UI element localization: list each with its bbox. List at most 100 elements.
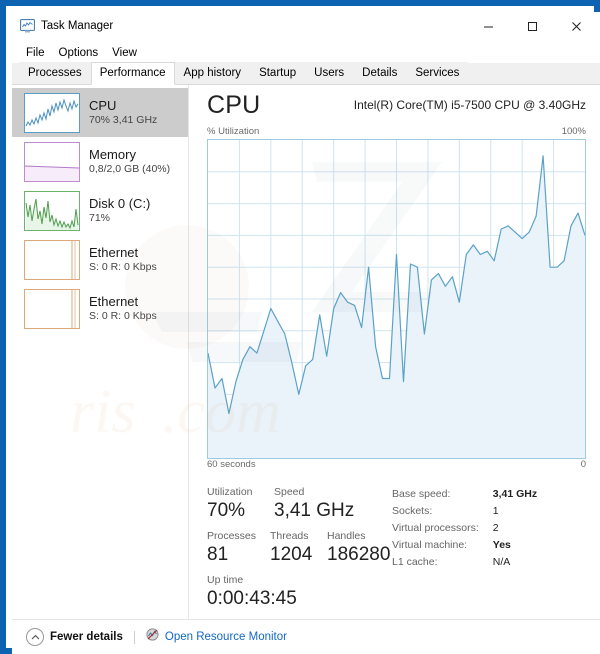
- detail-label-l1-cache: L1 cache:: [392, 556, 438, 568]
- sidebar-item-cpu-title: CPU: [89, 98, 117, 114]
- ethernet-sparkline-icon: [24, 288, 80, 329]
- task-manager-window: Task Manager File Options View Processes…: [0, 0, 600, 654]
- stat-speed-label: Speed: [274, 486, 305, 498]
- detail-label-virtual-machine: Virtual machine:: [392, 539, 468, 551]
- content-area: CPU 70% 3,41 GHz Memory 0,8/2,0 GB (40%)…: [12, 85, 600, 619]
- stats-section: Utilization 70% Speed 3,41 GHz Processes…: [207, 486, 586, 609]
- detail-value-sockets: 1: [492, 505, 499, 517]
- tab-users[interactable]: Users: [305, 62, 354, 84]
- sidebar-item-memory-subtitle: 0,8/2,0 GB (40%): [89, 163, 171, 176]
- cpu-model-label: Intel(R) Core(TM) i5-7500 CPU @ 3.40GHz: [353, 98, 586, 112]
- tab-services[interactable]: Services: [406, 62, 469, 84]
- sidebar-item-disk-title: Disk 0 (C:): [89, 196, 151, 212]
- graph-x-start-label: 60 seconds: [207, 459, 256, 470]
- stat-handles-label: Handles: [327, 530, 366, 542]
- graph-top-labels: % Utilization 100%: [207, 126, 586, 139]
- stat-handles-value: 186280: [327, 544, 391, 565]
- resource-monitor-icon: [146, 628, 159, 646]
- status-divider: [133, 630, 135, 644]
- detail-value-virtual-machine: Yes: [492, 539, 511, 551]
- sidebar-item-memory-title: Memory: [89, 147, 136, 163]
- maximize-button[interactable]: [510, 12, 554, 41]
- stat-uptime: Up time 0:00:43:45: [207, 574, 297, 611]
- stat-speed-value: 3,41 GHz: [274, 500, 355, 521]
- stat-threads-label: Threads: [270, 530, 309, 542]
- page-title: CPU: [207, 91, 261, 119]
- tab-app-history[interactable]: App history: [174, 62, 251, 84]
- minimize-button[interactable]: [466, 12, 510, 41]
- cpu-sparkline-icon: [24, 92, 80, 133]
- status-bar: Fewer details Open Resource Monitor: [12, 619, 600, 654]
- graph-y-axis-label: % Utilization: [207, 126, 260, 137]
- performance-panel: CPU Intel(R) Core(TM) i5-7500 CPU @ 3.40…: [190, 85, 600, 619]
- table-row: Virtual machine: Yes: [392, 538, 537, 555]
- stat-processes: Processes 81: [207, 530, 256, 567]
- stat-threads: Threads 1204: [270, 530, 312, 567]
- task-manager-icon: [20, 19, 35, 33]
- stat-processes-value: 81: [207, 544, 229, 565]
- tab-details[interactable]: Details: [353, 62, 407, 84]
- graph-bottom-labels: 60 seconds 0: [207, 459, 586, 474]
- stat-utilization-value: 70%: [207, 500, 246, 521]
- detail-value-base-speed: 3,41 GHz: [492, 488, 538, 500]
- sidebar-item-memory[interactable]: Memory 0,8/2,0 GB (40%): [12, 137, 188, 186]
- chevron-up-icon: [26, 628, 44, 646]
- sidebar-item-ethernet-2[interactable]: Ethernet S: 0 R: 0 Kbps: [12, 284, 188, 333]
- sidebar-item-memory-texts: Memory 0,8/2,0 GB (40%): [89, 148, 170, 175]
- stat-processes-label: Processes: [207, 530, 257, 542]
- memory-sparkline-icon: [24, 141, 80, 182]
- sidebar-item-ethernet-1-subtitle: S: 0 R: 0 Kbps: [89, 261, 157, 274]
- panel-header: CPU Intel(R) Core(TM) i5-7500 CPU @ 3.40…: [207, 91, 586, 126]
- graph-x-end-label: 0: [580, 459, 586, 470]
- menu-item-view[interactable]: View: [106, 45, 143, 61]
- sidebar-item-disk-subtitle: 71%: [89, 212, 111, 225]
- cpu-utilization-chart: [207, 139, 586, 459]
- table-row: Virtual processors: 2: [392, 521, 537, 538]
- close-button[interactable]: [554, 12, 598, 41]
- detail-label-virtual-processors: Virtual processors:: [392, 522, 479, 534]
- stat-speed: Speed 3,41 GHz: [274, 486, 354, 523]
- stat-uptime-value: 0:00:43:45: [207, 588, 297, 609]
- fewer-details-label: Fewer details: [50, 631, 123, 643]
- graph-y-max-label: 100%: [561, 126, 586, 137]
- graph-section: % Utilization 100% 60 seconds 0: [207, 126, 586, 474]
- sidebar-item-ethernet-2-subtitle: S: 0 R: 0 Kbps: [89, 310, 157, 323]
- ethernet-sparkline-icon: [24, 239, 80, 280]
- open-resource-monitor-link[interactable]: Open Resource Monitor: [146, 628, 287, 646]
- tab-startup[interactable]: Startup: [250, 62, 306, 84]
- detail-label-sockets: Sockets:: [392, 505, 433, 517]
- title-bar: Task Manager: [12, 12, 600, 42]
- sidebar-item-ethernet-1-texts: Ethernet S: 0 R: 0 Kbps: [89, 246, 157, 273]
- resource-sidebar: CPU 70% 3,41 GHz Memory 0,8/2,0 GB (40%)…: [12, 85, 189, 619]
- sidebar-item-ethernet-1[interactable]: Ethernet S: 0 R: 0 Kbps: [12, 235, 188, 284]
- detail-value-l1-cache: N/A: [492, 556, 511, 568]
- sidebar-item-ethernet-2-title: Ethernet: [89, 294, 139, 310]
- detail-label-base-speed: Base speed:: [392, 488, 451, 500]
- menu-item-options[interactable]: Options: [53, 45, 105, 61]
- stat-utilization-label: Utilization: [207, 486, 253, 498]
- menu-bar: File Options View: [12, 42, 600, 63]
- tab-strip: Processes Performance App history Startu…: [12, 62, 600, 85]
- tab-performance[interactable]: Performance: [90, 62, 175, 85]
- stat-uptime-label: Up time: [207, 574, 244, 586]
- detail-value-virtual-processors: 2: [492, 522, 499, 534]
- fewer-details-button[interactable]: Fewer details: [26, 628, 123, 646]
- table-row: Sockets: 1: [392, 504, 537, 521]
- sidebar-item-cpu[interactable]: CPU 70% 3,41 GHz: [12, 88, 188, 137]
- table-row: L1 cache: N/A: [392, 555, 537, 572]
- window-title: Task Manager: [41, 20, 114, 32]
- sidebar-item-disk-texts: Disk 0 (C:) 71%: [89, 197, 150, 224]
- window-client-area: Task Manager File Options View Processes…: [12, 12, 600, 654]
- sidebar-item-ethernet-2-texts: Ethernet S: 0 R: 0 Kbps: [89, 295, 157, 322]
- sidebar-item-cpu-texts: CPU 70% 3,41 GHz: [89, 99, 157, 126]
- sidebar-item-disk[interactable]: Disk 0 (C:) 71%: [12, 186, 188, 235]
- tab-processes[interactable]: Processes: [19, 62, 91, 84]
- disk-sparkline-icon: [24, 190, 80, 231]
- cpu-details-table: Base speed: 3,41 GHz Sockets: 1 Virtual …: [392, 487, 537, 572]
- resource-monitor-label: Open Resource Monitor: [164, 631, 287, 643]
- stat-handles: Handles 186280: [327, 530, 390, 567]
- sidebar-item-cpu-subtitle: 70% 3,41 GHz: [89, 114, 158, 127]
- menu-item-file[interactable]: File: [20, 45, 51, 61]
- stat-utilization: Utilization 70%: [207, 486, 253, 523]
- table-row: Base speed: 3,41 GHz: [392, 487, 537, 504]
